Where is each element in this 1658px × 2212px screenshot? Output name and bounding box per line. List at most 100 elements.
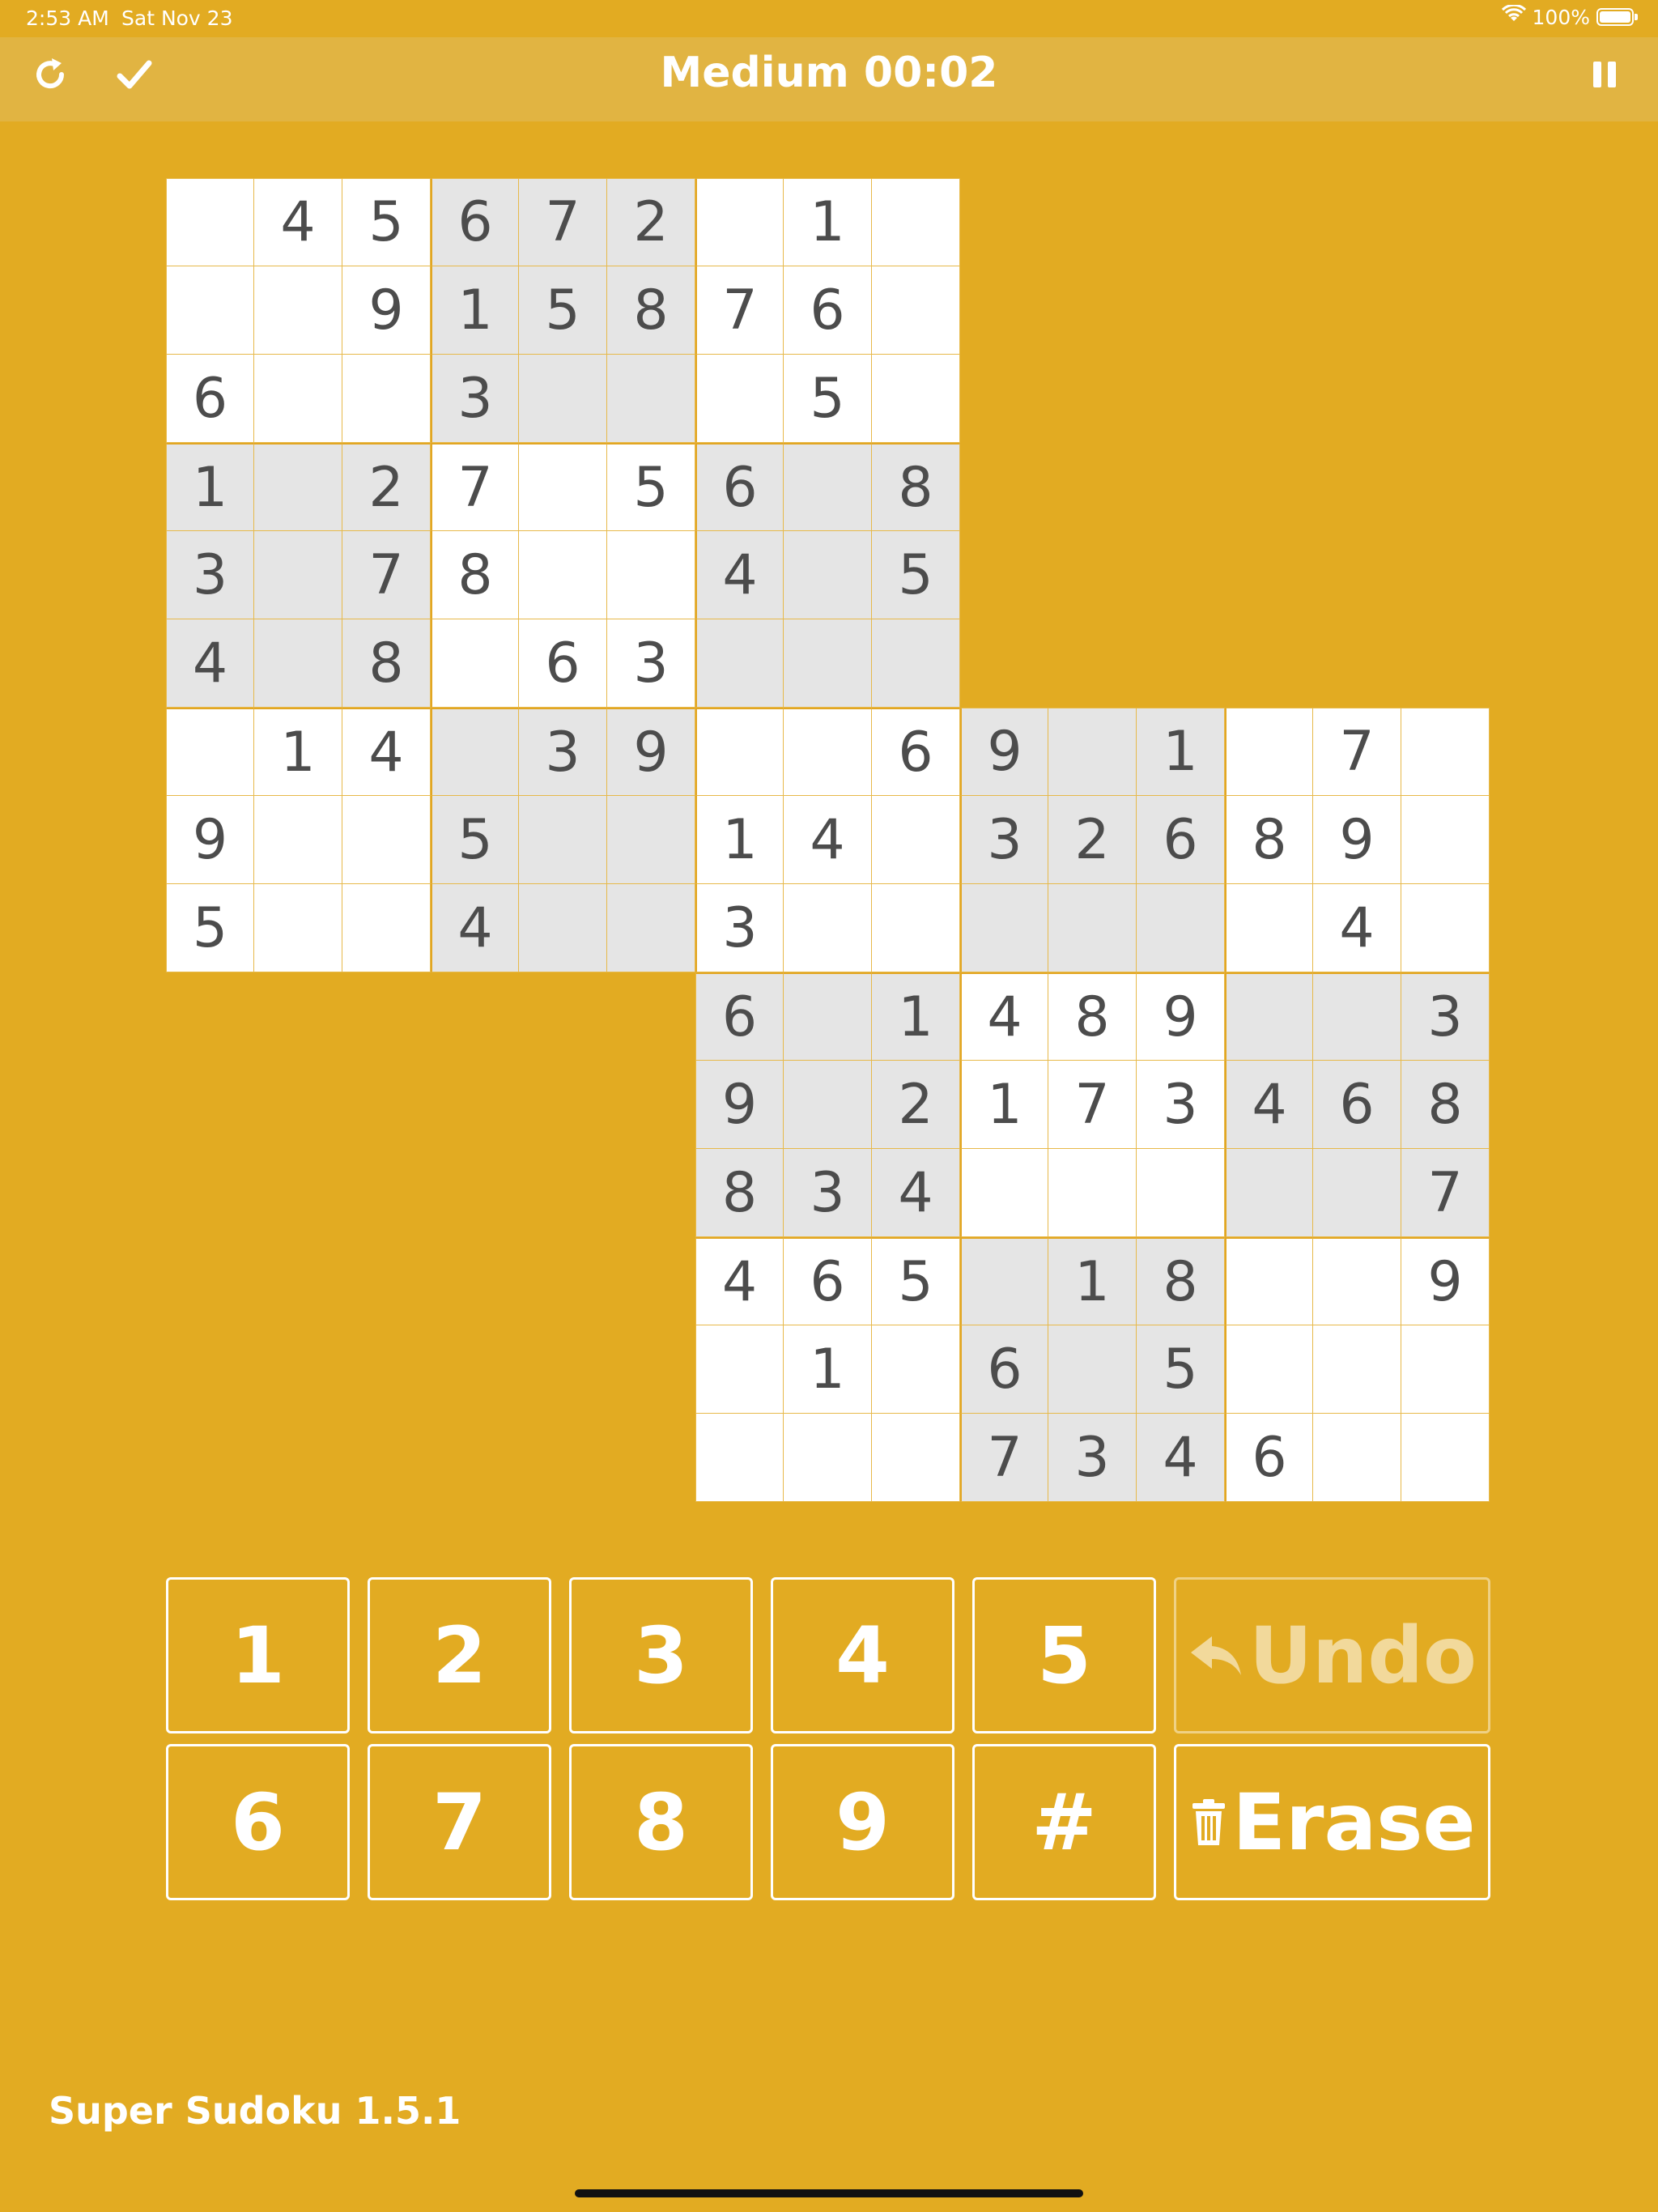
- sudoku-cell[interactable]: [1313, 1414, 1401, 1502]
- sudoku-cell[interactable]: 6: [1225, 1414, 1313, 1502]
- sudoku-cell[interactable]: [1225, 708, 1313, 796]
- sudoku-cell[interactable]: 5: [342, 178, 431, 266]
- sudoku-cell[interactable]: [1401, 796, 1490, 884]
- sudoku-cell[interactable]: [254, 619, 342, 708]
- sudoku-cell[interactable]: [254, 266, 342, 355]
- sudoku-cell[interactable]: 8: [872, 443, 960, 531]
- sudoku-cell[interactable]: [1137, 1149, 1225, 1237]
- sudoku-cell[interactable]: [1137, 884, 1225, 972]
- key-4[interactable]: 4: [771, 1577, 954, 1733]
- sudoku-cell[interactable]: [166, 178, 254, 266]
- sudoku-cell[interactable]: [784, 619, 872, 708]
- sudoku-cell[interactable]: [607, 531, 695, 619]
- sudoku-cell[interactable]: [960, 884, 1048, 972]
- sudoku-cell[interactable]: 6: [431, 178, 519, 266]
- erase-button[interactable]: Erase: [1174, 1744, 1490, 1900]
- sudoku-cell[interactable]: 7: [342, 531, 431, 619]
- sudoku-cell[interactable]: 8: [431, 531, 519, 619]
- sudoku-cell[interactable]: 6: [872, 708, 960, 796]
- sudoku-cell[interactable]: 8: [1401, 1061, 1490, 1149]
- sudoku-cell[interactable]: 6: [519, 619, 607, 708]
- sudoku-cell[interactable]: 6: [1137, 796, 1225, 884]
- sudoku-cell[interactable]: [607, 796, 695, 884]
- sudoku-cell[interactable]: [254, 355, 342, 443]
- sudoku-cell[interactable]: 4: [166, 619, 254, 708]
- sudoku-cell[interactable]: [872, 796, 960, 884]
- sudoku-cell[interactable]: [431, 619, 519, 708]
- sudoku-cell[interactable]: 9: [166, 796, 254, 884]
- sudoku-cell[interactable]: 5: [872, 1237, 960, 1325]
- sudoku-cell[interactable]: 1: [695, 796, 784, 884]
- sudoku-cell[interactable]: [1225, 972, 1313, 1061]
- sudoku-cell[interactable]: 7: [1401, 1149, 1490, 1237]
- sudoku-cell[interactable]: [166, 708, 254, 796]
- sudoku-cell[interactable]: 4: [254, 178, 342, 266]
- sudoku-cell[interactable]: [254, 443, 342, 531]
- sudoku-cell[interactable]: [1313, 972, 1401, 1061]
- sudoku-cell[interactable]: [695, 619, 784, 708]
- sudoku-cell[interactable]: 4: [784, 796, 872, 884]
- sudoku-cell[interactable]: [695, 178, 784, 266]
- sudoku-cell[interactable]: [960, 1149, 1048, 1237]
- sudoku-cell[interactable]: 5: [431, 796, 519, 884]
- sudoku-cell[interactable]: [784, 884, 872, 972]
- sudoku-cell[interactable]: [784, 1061, 872, 1149]
- sudoku-cell[interactable]: 7: [431, 443, 519, 531]
- sudoku-cell[interactable]: 1: [166, 443, 254, 531]
- sudoku-cell[interactable]: 4: [1137, 1414, 1225, 1502]
- sudoku-cell[interactable]: 6: [784, 266, 872, 355]
- sudoku-cell[interactable]: [1313, 1237, 1401, 1325]
- sudoku-cell[interactable]: 1: [784, 1325, 872, 1414]
- sudoku-cell[interactable]: 2: [872, 1061, 960, 1149]
- sudoku-cell[interactable]: [695, 355, 784, 443]
- sudoku-cell[interactable]: [1048, 1325, 1137, 1414]
- key-8[interactable]: 8: [569, 1744, 753, 1900]
- sudoku-cell[interactable]: 1: [254, 708, 342, 796]
- sudoku-cell[interactable]: 2: [342, 443, 431, 531]
- sudoku-cell[interactable]: [1313, 1325, 1401, 1414]
- sudoku-cell[interactable]: 3: [166, 531, 254, 619]
- sudoku-cell[interactable]: 9: [1401, 1237, 1490, 1325]
- sudoku-cell[interactable]: [872, 1325, 960, 1414]
- sudoku-cell[interactable]: 8: [695, 1149, 784, 1237]
- sudoku-cell[interactable]: [1225, 1325, 1313, 1414]
- sudoku-cell[interactable]: [1048, 708, 1137, 796]
- sudoku-cell[interactable]: [872, 266, 960, 355]
- sudoku-cell[interactable]: [872, 355, 960, 443]
- sudoku-cell[interactable]: [695, 1325, 784, 1414]
- sudoku-cell[interactable]: 3: [607, 619, 695, 708]
- sudoku-cell[interactable]: [519, 443, 607, 531]
- sudoku-cell[interactable]: 1: [784, 178, 872, 266]
- sudoku-cell[interactable]: 3: [1137, 1061, 1225, 1149]
- sudoku-cell[interactable]: 8: [1048, 972, 1137, 1061]
- key-9[interactable]: 9: [771, 1744, 954, 1900]
- sudoku-cell[interactable]: [254, 884, 342, 972]
- sudoku-cell[interactable]: 5: [166, 884, 254, 972]
- sudoku-cell[interactable]: 3: [960, 796, 1048, 884]
- sudoku-cell[interactable]: [166, 266, 254, 355]
- sudoku-cell[interactable]: 3: [1401, 972, 1490, 1061]
- sudoku-cell[interactable]: 9: [960, 708, 1048, 796]
- sudoku-cell[interactable]: [872, 884, 960, 972]
- sudoku-cell[interactable]: [784, 1414, 872, 1502]
- key-2[interactable]: 2: [368, 1577, 551, 1733]
- sudoku-cell[interactable]: 4: [960, 972, 1048, 1061]
- sudoku-cell[interactable]: [342, 796, 431, 884]
- sudoku-cell[interactable]: 5: [607, 443, 695, 531]
- sudoku-cell[interactable]: 3: [695, 884, 784, 972]
- undo-button[interactable]: Undo: [1174, 1577, 1490, 1733]
- sudoku-cell[interactable]: 4: [342, 708, 431, 796]
- sudoku-cell[interactable]: 5: [872, 531, 960, 619]
- sudoku-cell[interactable]: [695, 1414, 784, 1502]
- sudoku-cell[interactable]: [1225, 1149, 1313, 1237]
- sudoku-cell[interactable]: [695, 708, 784, 796]
- sudoku-cell[interactable]: 9: [695, 1061, 784, 1149]
- sudoku-cell[interactable]: 7: [960, 1414, 1048, 1502]
- sudoku-cell[interactable]: 2: [1048, 796, 1137, 884]
- sudoku-cell[interactable]: [254, 531, 342, 619]
- sudoku-cell[interactable]: 8: [1225, 796, 1313, 884]
- key-3[interactable]: 3: [569, 1577, 753, 1733]
- sudoku-cell[interactable]: 7: [1048, 1061, 1137, 1149]
- sudoku-cell[interactable]: [342, 355, 431, 443]
- sudoku-cell[interactable]: [519, 531, 607, 619]
